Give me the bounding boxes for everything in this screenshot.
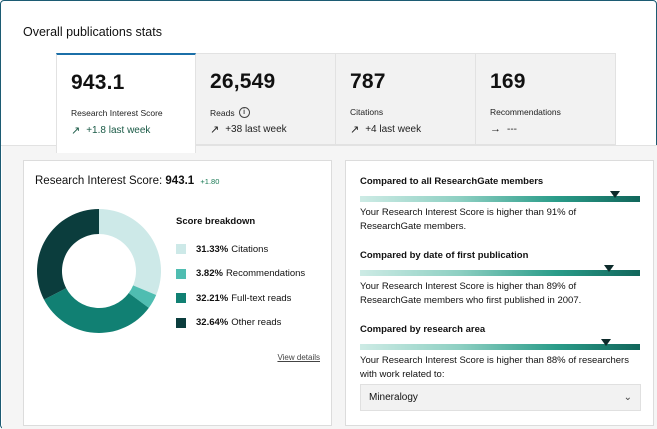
legend-item-other-reads: 32.64% Other reads	[176, 311, 305, 336]
stat-card-reads[interactable]: 26,549 Reads i ↗ +38 last week	[196, 53, 336, 145]
comparison-title: Compared by research area	[360, 324, 486, 335]
stat-value: 943.1	[71, 71, 125, 94]
stat-trend: ↗ +4 last week	[350, 124, 422, 136]
trend-up-icon: ↗	[71, 125, 81, 137]
stat-trend: → ---	[490, 123, 517, 135]
legend-item-citations: 31.33% Citations	[176, 237, 305, 262]
legend-swatch	[176, 293, 186, 304]
comparison-title: Compared to all ResearchGate members	[360, 176, 544, 187]
stat-label: Research Interest Score	[71, 108, 163, 118]
legend-swatch	[176, 268, 186, 279]
comparison-title: Compared by date of first publication	[360, 250, 529, 261]
stat-trend: ↗ +38 last week	[210, 124, 287, 136]
donut-slice-other-reads	[36, 209, 99, 300]
percentile-bar	[360, 191, 640, 202]
trend-flat-icon: →	[490, 123, 501, 135]
stat-card-research-interest[interactable]: 943.1 Research Interest Score ↗ +1.8 las…	[56, 53, 196, 153]
stat-trend: ↗ +1.8 last week	[71, 125, 151, 137]
comparison-panel: Compared to all ResearchGate members You…	[345, 160, 654, 426]
percentile-marker	[601, 339, 612, 346]
ris-delta: +1.80	[200, 177, 220, 186]
trend-up-icon: ↗	[210, 124, 220, 136]
percentile-bar	[360, 265, 640, 276]
legend-item-full-text-reads: 32.21% Full-text reads	[176, 286, 305, 311]
view-details-link[interactable]: View details	[277, 353, 320, 362]
page-title: Overall publications stats	[23, 25, 162, 39]
chevron-down-icon: ⌄	[623, 392, 632, 403]
ris-title: Research Interest Score: 943.1 +1.80	[35, 175, 220, 187]
research-area-select[interactable]: Mineralogy ⌄	[360, 384, 641, 411]
legend-swatch	[176, 244, 186, 255]
percentile-marker	[609, 191, 620, 198]
comparison-all-members: Compared to all ResearchGate members You…	[360, 176, 640, 234]
comparison-first-publication: Compared by date of first publication Yo…	[360, 250, 640, 308]
score-breakdown-panel: Research Interest Score: 943.1 +1.80 Sco…	[23, 160, 332, 426]
trend-up-icon: ↗	[350, 124, 360, 136]
legend-swatch	[176, 317, 186, 328]
legend-item-recommendations: 3.82% Recommendations	[176, 262, 305, 287]
select-value: Mineralogy	[369, 392, 418, 403]
stat-value: 787	[350, 70, 386, 93]
stat-value: 26,549	[210, 70, 276, 93]
comparison-text: Your Research Interest Score is higher t…	[360, 281, 582, 306]
stat-label: Reads i	[210, 107, 335, 118]
stat-label: Citations	[350, 107, 384, 117]
stat-card-citations[interactable]: 787 Citations ↗ +4 last week	[336, 53, 476, 145]
stats-container: Overall publications stats 943.1 Researc…	[0, 0, 657, 429]
stat-label: Recommendations	[490, 107, 561, 117]
comparison-text: Your Research Interest Score is higher t…	[360, 355, 629, 380]
comparison-text: Your Research Interest Score is higher t…	[360, 207, 577, 232]
stat-cards: 943.1 Research Interest Score ↗ +1.8 las…	[56, 53, 616, 153]
comparison-research-area: Compared by research area Your Research …	[360, 324, 640, 382]
breakdown-legend: 31.33% Citations 3.82% Recommendations 32.…	[176, 237, 305, 335]
info-icon[interactable]: i	[238, 107, 250, 118]
score-donut-chart	[36, 209, 161, 333]
stat-card-recommendations[interactable]: 169 Recommendations → ---	[476, 53, 616, 145]
donut-slice-citations	[99, 209, 161, 296]
ris-score: 943.1	[165, 175, 195, 187]
percentile-bar	[360, 339, 640, 350]
stat-value: 169	[490, 70, 526, 93]
percentile-marker	[604, 265, 615, 272]
breakdown-title: Score breakdown	[176, 216, 256, 227]
